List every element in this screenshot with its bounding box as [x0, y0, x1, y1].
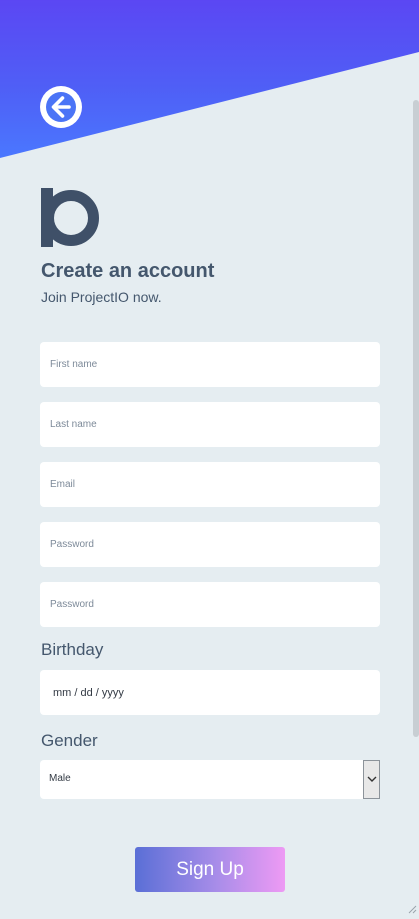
first-name-input[interactable] [40, 342, 380, 387]
sign-up-button[interactable]: Sign Up [135, 847, 285, 892]
gender-label: Gender [41, 731, 98, 750]
back-button[interactable] [40, 86, 82, 128]
email-input[interactable] [40, 462, 380, 507]
resize-grip-icon[interactable] [407, 901, 417, 914]
birthday-date-input[interactable]: mm / dd / yyyy [40, 670, 380, 715]
birthday-label: Birthday [41, 640, 104, 659]
projectio-logo-icon [41, 188, 99, 248]
birthday-date-value: mm / dd / yyyy [53, 686, 124, 699]
page-subtitle: Join ProjectIO now. [41, 289, 162, 305]
gender-select[interactable]: Male [40, 760, 380, 799]
gender-select-value: Male [49, 773, 71, 784]
arrow-left-icon [40, 86, 82, 128]
chevron-down-icon[interactable] [363, 760, 380, 799]
confirm-password-input[interactable] [40, 582, 380, 627]
password-input[interactable] [40, 522, 380, 567]
scrollbar[interactable] [413, 100, 419, 737]
last-name-input[interactable] [40, 402, 380, 447]
header-banner [0, 0, 419, 158]
page-title: Create an account [41, 260, 215, 282]
